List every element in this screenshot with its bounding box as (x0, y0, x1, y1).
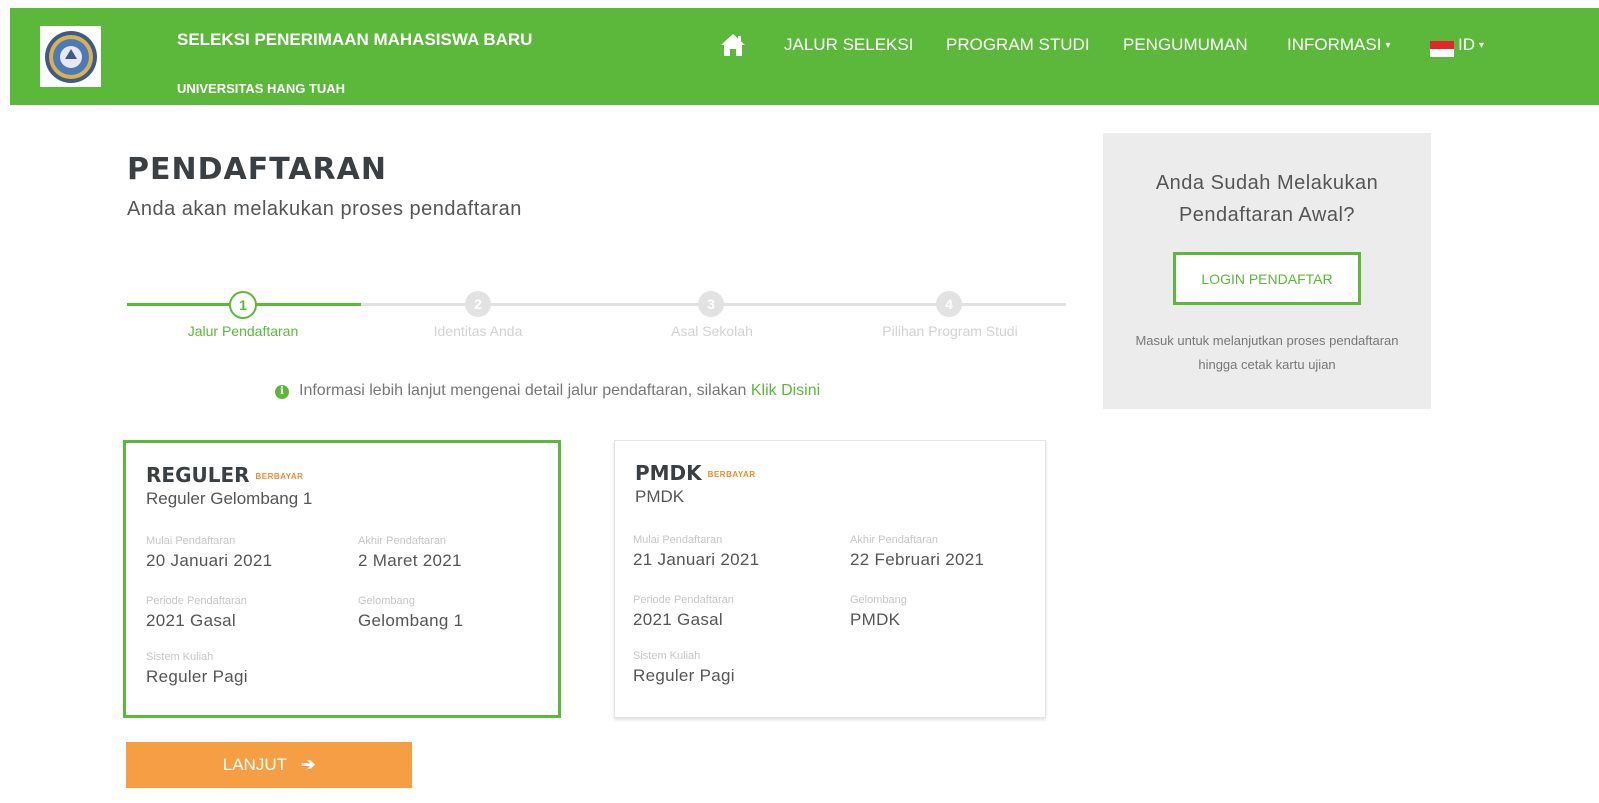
akhir-label: Akhir Pendaftaran (358, 535, 447, 547)
sistem-value: Reguler Pagi (633, 666, 735, 685)
login-button[interactable]: LOGIN PENDAFTAR (1173, 252, 1361, 305)
gelombang-label: Gelombang (850, 594, 907, 606)
university-logo[interactable] (40, 26, 101, 87)
seal-icon (44, 30, 97, 83)
card-badge: BERBAYAR (255, 472, 304, 481)
sistem-value: Reguler Pagi (146, 667, 248, 686)
step-3-circle: 3 (698, 291, 724, 317)
home-icon[interactable] (720, 33, 746, 57)
arrow-right-icon: ➔ (300, 755, 316, 774)
step-1-circle: 1 (229, 291, 257, 319)
brand-title[interactable]: SELEKSI PENERIMAAN MAHASISWA BARU (177, 28, 537, 52)
info-icon: i (275, 385, 289, 399)
page-subtitle: Anda akan melakukan proses pendaftaran (127, 198, 522, 220)
next-button-label: LANJUT (222, 755, 287, 774)
sistem-label: Sistem Kuliah (633, 650, 701, 662)
nav-pengumuman[interactable]: PENGUMUMAN (1123, 35, 1248, 55)
nav-informasi-label: INFORMASI (1287, 35, 1382, 54)
step-4-label: Pilihan Program Studi (882, 323, 1018, 339)
akhir-value: 2 Maret 2021 (358, 551, 462, 570)
card-description: Reguler Gelombang 1 (146, 489, 313, 508)
login-question: Anda Sudah Melakukan Pendaftaran Awal? (1103, 167, 1431, 231)
info-line: i Informasi lebih lanjut mengenai detail … (275, 382, 820, 400)
card-name: PMDK (635, 461, 702, 485)
sistem-label: Sistem Kuliah (146, 651, 214, 663)
chevron-down-icon: ▾ (1479, 40, 1485, 51)
path-card-pmdk[interactable]: PMDK BERBAYAR PMDK Mulai Pendaftaran 21 J… (614, 440, 1046, 718)
akhir-label: Akhir Pendaftaran (850, 534, 939, 546)
step-3-label: Asal Sekolah (671, 323, 753, 339)
periode-value: 2021 Gasal (633, 610, 723, 629)
brand-subtitle: UNIVERSITAS HANG TUAH (177, 81, 346, 96)
gelombang-value: Gelombang 1 (358, 611, 464, 630)
step-2-circle: 2 (465, 291, 491, 317)
periode-label: Periode Pendaftaran (146, 595, 247, 607)
step-1-label: Jalur Pendaftaran (187, 323, 299, 339)
periode-label: Periode Pendaftaran (633, 594, 734, 606)
mulai-value: 21 Januari 2021 (633, 550, 760, 569)
mulai-label: Mulai Pendaftaran (146, 535, 236, 547)
card-description: PMDK (635, 487, 685, 506)
login-question-text: Anda Sudah Melakukan Pendaftaran Awal? (1155, 172, 1379, 226)
mulai-value: 20 Januari 2021 (146, 551, 273, 570)
nav-informasi[interactable]: INFORMASI ▾ (1287, 35, 1390, 55)
path-card-reguler[interactable]: REGULER BERBAYAR Reguler Gelombang 1 Mula… (123, 440, 561, 718)
login-panel: Anda Sudah Melakukan Pendaftaran Awal? L… (1103, 133, 1431, 409)
step-4-circle: 4 (936, 291, 962, 317)
card-badge: BERBAYAR (707, 470, 756, 479)
gelombang-label: Gelombang (358, 595, 415, 607)
akhir-value: 22 Februari 2021 (850, 550, 985, 569)
chevron-down-icon: ▾ (1385, 40, 1391, 51)
periode-value: 2021 Gasal (146, 611, 236, 630)
card-name: REGULER (146, 463, 250, 487)
info-text: Informasi lebih lanjut mengenai detail j… (299, 382, 747, 399)
next-button[interactable]: LANJUT ➔ (126, 742, 412, 788)
nav-language-label: ID (1458, 35, 1475, 54)
page-title: PENDAFTARAN (127, 152, 387, 187)
gelombang-value: PMDK (850, 610, 901, 629)
nav-program-studi[interactable]: PROGRAM STUDI (946, 35, 1090, 55)
mulai-label: Mulai Pendaftaran (633, 534, 723, 546)
info-link[interactable]: Klik Disini (751, 382, 820, 399)
navbar: SELEKSI PENERIMAAN MAHASISWA BARU UNIVER… (10, 8, 1599, 105)
step-2-label: Identitas Anda (433, 323, 523, 339)
login-help-text: Masuk untuk melanjutkan proses pendaftar… (1135, 333, 1399, 372)
indonesia-flag-icon[interactable] (1430, 41, 1454, 57)
nav-language[interactable]: ID ▾ (1458, 35, 1484, 55)
nav-jalur-seleksi[interactable]: JALUR SELEKSI (784, 35, 913, 55)
